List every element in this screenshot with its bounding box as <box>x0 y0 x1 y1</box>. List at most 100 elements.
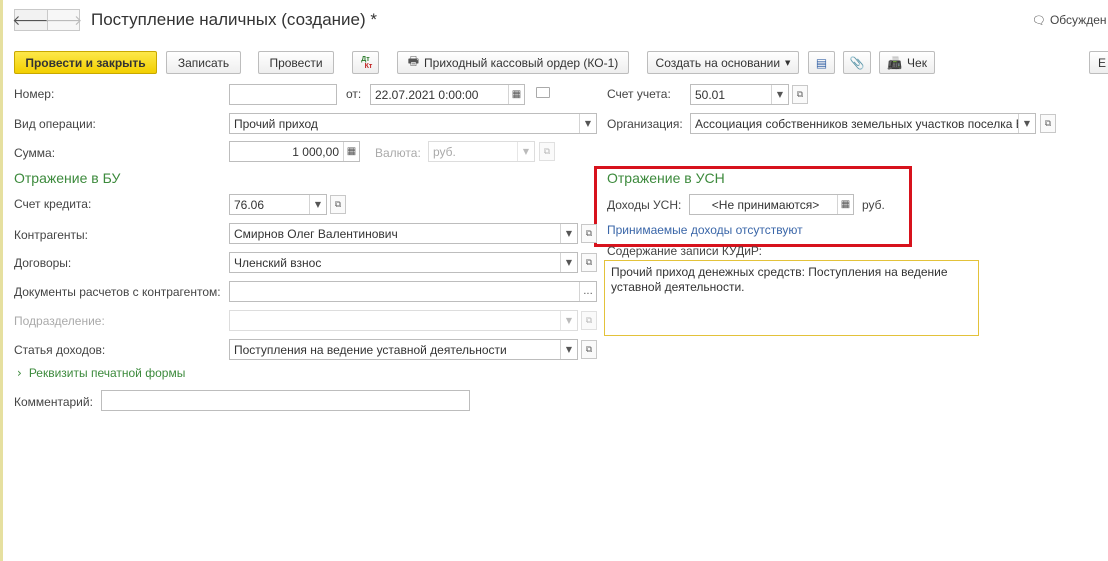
open-organization-button[interactable]: ⧉ <box>1040 114 1056 133</box>
credit-account-value: 76.06 <box>234 197 265 212</box>
amount-input[interactable]: 1 000,00 ▦ <box>229 141 360 162</box>
document-structure-icon: ▤ <box>815 55 828 70</box>
dtkt-icon: Дт <box>361 55 370 63</box>
organization-label: Организация: <box>607 117 683 131</box>
income-item-input[interactable]: Поступления на ведение уставной деятельн… <box>229 339 578 360</box>
printer-icon: 🖶 <box>407 54 420 68</box>
usn-section-title: Отражение в УСН <box>607 170 725 186</box>
calculator-icon[interactable]: ▦ <box>343 142 359 161</box>
paperclip-icon: 📎 <box>849 55 865 70</box>
accepted-income-link[interactable]: Принимаемые доходы отсутствуют <box>607 223 803 237</box>
structure-button[interactable]: ▤ <box>808 51 835 74</box>
comment-input[interactable] <box>101 390 470 411</box>
organization-value: Ассоциация собственников земельных участ… <box>695 116 1018 131</box>
operation-type-select[interactable]: Прочий приход ▼ <box>229 113 597 134</box>
counterparty-label: Контрагенты: <box>14 228 89 242</box>
save-button[interactable]: Записать <box>166 51 241 74</box>
bu-section-title: Отражение в БУ <box>14 170 121 186</box>
open-counterparty-button[interactable]: ⧉ <box>581 224 597 243</box>
open-department-button: ⧉ <box>581 311 597 330</box>
dtkt-icon-kt: Кт <box>364 62 373 70</box>
income-item-label: Статья доходов: <box>14 343 106 357</box>
usn-income-input[interactable]: <Не принимаются> ▦ <box>689 194 854 215</box>
counterparty-input[interactable]: Смирнов Олег Валентинович ▼ <box>229 223 578 244</box>
organization-input[interactable]: Ассоциация собственников земельных участ… <box>690 113 1036 134</box>
usn-income-unit: руб. <box>862 198 885 212</box>
select-ellipsis-button[interactable]: ... <box>579 282 596 301</box>
date-input[interactable]: 22.07.2021 0:00:00 ▦ <box>370 84 525 105</box>
dropdown-arrow-icon: ▼ <box>560 311 577 330</box>
number-input[interactable] <box>229 84 337 105</box>
account-value: 50.01 <box>695 87 726 102</box>
window-edge <box>0 0 3 561</box>
more-button[interactable]: Е <box>1089 51 1108 74</box>
number-label: Номер: <box>14 87 55 101</box>
discuss-label: Обсужден <box>1049 13 1107 27</box>
dtkt-button[interactable]: Дт Кт <box>352 51 379 74</box>
page-title: Поступление наличных (создание) * <box>91 10 377 29</box>
forward-button[interactable]: 🡒 <box>44 9 83 31</box>
open-account-button[interactable]: ⧉ <box>792 85 808 104</box>
amount-value: 1 000,00 <box>292 144 339 159</box>
dropdown-arrow-icon[interactable]: ▼ <box>560 224 577 243</box>
arrow-right-icon: 🡒 <box>44 12 83 29</box>
back-button[interactable]: 🡐 <box>12 9 50 31</box>
discuss-link[interactable]: 🗨 Обсужден <box>1032 13 1107 27</box>
counterparty-value: Смирнов Олег Валентинович <box>234 226 398 241</box>
open-credit-account-button[interactable]: ⧉ <box>330 195 346 214</box>
account-input[interactable]: 50.01 ▼ <box>690 84 789 105</box>
income-item-value: Поступления на ведение уставной деятельн… <box>234 342 507 357</box>
print-cash-order-label: Приходный кассовый ордер (КО-1) <box>424 55 619 70</box>
currency-value: руб. <box>433 144 456 159</box>
currency-label: Валюта: <box>375 146 421 160</box>
account-label: Счет учета: <box>607 87 671 101</box>
operation-type-value: Прочий приход <box>234 116 318 131</box>
contract-value: Членский взнос <box>234 255 322 270</box>
credit-account-label: Счет кредита: <box>14 197 92 211</box>
department-label: Подразделение: <box>14 314 105 328</box>
department-input: ▼ <box>229 310 578 331</box>
cash-register-icon: 📠 <box>887 55 903 70</box>
attach-button[interactable]: 📎 <box>843 51 871 74</box>
comment-label: Комментарий: <box>14 395 93 409</box>
chevron-right-icon: › <box>17 366 22 380</box>
post-and-close-button[interactable]: Провести и закрыть <box>14 51 157 74</box>
currency-select: руб. ▼ <box>428 141 535 162</box>
dropdown-arrow-icon[interactable]: ▼ <box>560 340 577 359</box>
print-details-label: Реквизиты печатной формы <box>28 366 186 380</box>
open-currency-button: ⧉ <box>539 142 555 161</box>
comments-icon: 🗨 <box>1032 13 1046 27</box>
operation-type-label: Вид операции: <box>14 117 96 131</box>
amount-label: Сумма: <box>14 146 56 160</box>
create-based-on-button[interactable]: Создать на основании ▼ <box>647 51 799 74</box>
calculator-icon[interactable]: ▦ <box>837 195 853 214</box>
kudir-textarea[interactable]: Прочий приход денежных средств: Поступле… <box>604 260 979 336</box>
calendar-icon[interactable]: ▦ <box>508 85 524 104</box>
usn-income-value: <Не принимаются> <box>711 197 820 212</box>
credit-account-input[interactable]: 76.06 ▼ <box>229 194 327 215</box>
kudir-label: Содержание записи КУДиР: <box>607 244 762 258</box>
dropdown-arrow-icon[interactable]: ▼ <box>579 114 596 133</box>
date-history-icon[interactable] <box>536 87 550 98</box>
usn-income-label: Доходы УСН: <box>607 198 682 212</box>
dropdown-arrow-icon[interactable]: ▼ <box>560 253 577 272</box>
dropdown-arrow-icon[interactable]: ▼ <box>309 195 326 214</box>
settlement-docs-input[interactable]: ... <box>229 281 597 302</box>
dropdown-arrow-icon[interactable]: ▼ <box>1018 114 1035 133</box>
dropdown-arrow-icon: ▼ <box>785 58 791 67</box>
date-value: 22.07.2021 0:00:00 <box>375 87 479 102</box>
dropdown-arrow-icon: ▼ <box>517 142 534 161</box>
settlement-docs-label: Документы расчетов с контрагентом: <box>14 285 221 299</box>
create-based-on-label: Создать на основании <box>655 55 781 70</box>
receipt-label: Чек <box>907 55 927 70</box>
contract-label: Договоры: <box>14 256 72 270</box>
print-details-toggle[interactable]: › Реквизиты печатной формы <box>17 366 185 380</box>
date-label: от: <box>346 87 362 101</box>
print-cash-order-button[interactable]: 🖶 Приходный кассовый ордер (КО-1) <box>397 51 629 74</box>
open-income-item-button[interactable]: ⧉ <box>581 340 597 359</box>
dropdown-arrow-icon[interactable]: ▼ <box>771 85 788 104</box>
open-contract-button[interactable]: ⧉ <box>581 253 597 272</box>
post-button[interactable]: Провести <box>258 51 334 74</box>
receipt-button[interactable]: 📠 Чек <box>879 51 935 74</box>
contract-input[interactable]: Членский взнос ▼ <box>229 252 578 273</box>
